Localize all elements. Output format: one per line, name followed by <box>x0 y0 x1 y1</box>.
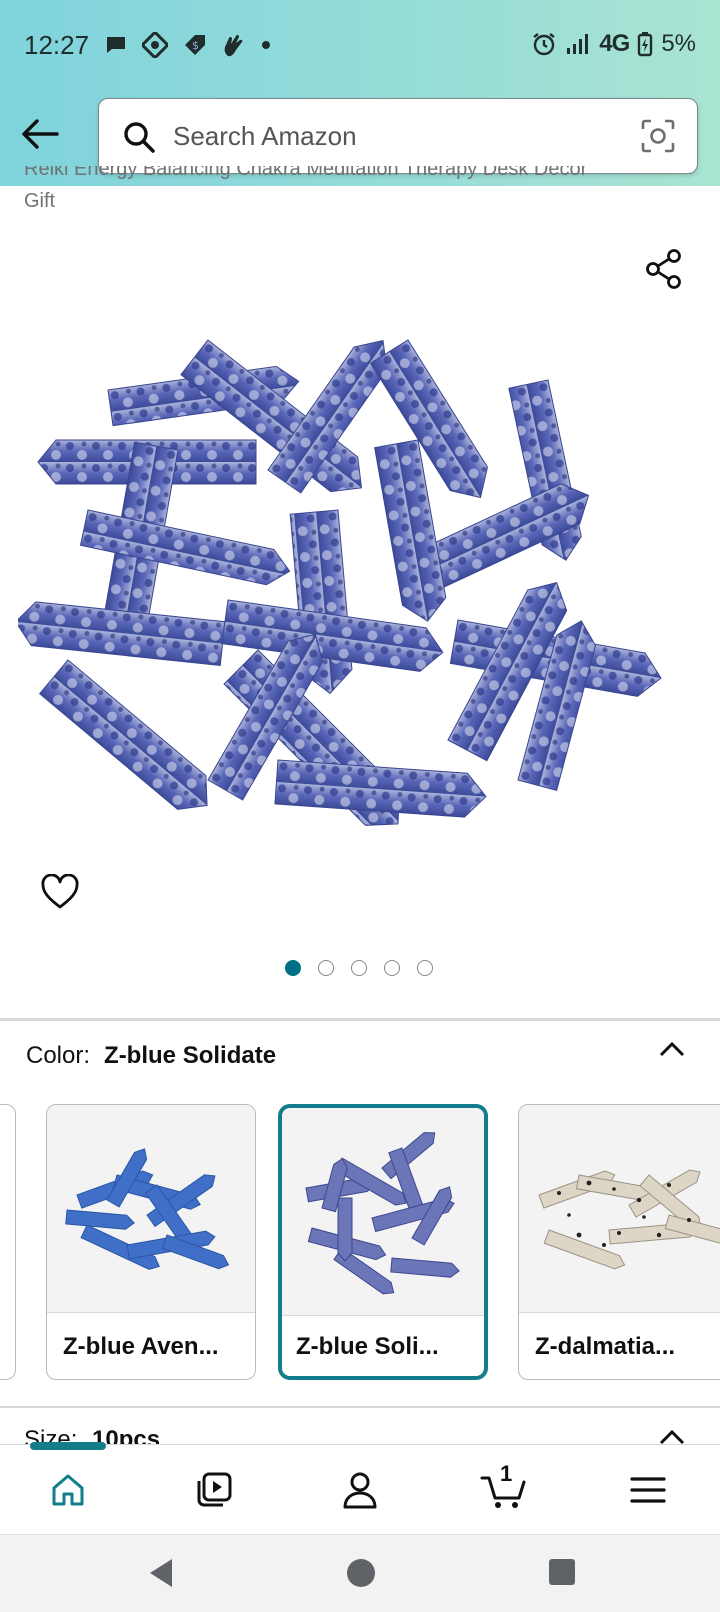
nav-account[interactable] <box>330 1465 390 1515</box>
color-option-dalmatian[interactable]: Z-dalmatia... <box>518 1104 720 1380</box>
app-diamond-icon <box>142 32 168 58</box>
system-recents-icon[interactable] <box>548 1557 576 1587</box>
bottom-navigation: 1 <box>0 1442 720 1534</box>
camera-search-icon[interactable] <box>639 117 677 155</box>
more-dot-icon <box>262 41 270 49</box>
share-icon <box>646 249 681 289</box>
share-button[interactable] <box>644 248 684 295</box>
color-selector-header[interactable]: Color: Z-blue Solidate <box>26 1042 276 1070</box>
signal-icon <box>567 34 589 54</box>
carousel-dots[interactable] <box>285 960 433 976</box>
carousel-dot[interactable] <box>318 960 334 976</box>
arrow-left-icon <box>22 119 59 149</box>
search-icon <box>124 122 155 153</box>
battery-percent: 5% <box>661 30 696 57</box>
system-navigation-bar <box>0 1534 720 1612</box>
notification-icons: $ <box>104 32 272 58</box>
system-home-icon[interactable] <box>345 1557 377 1589</box>
section-divider <box>0 1018 720 1021</box>
nav-cart[interactable]: 1 <box>474 1461 534 1515</box>
blue-aventurine-image <box>65 1148 230 1270</box>
product-image[interactable] <box>18 320 698 860</box>
status-time: 12:27 <box>24 30 90 60</box>
dalmatian-image <box>538 1169 720 1270</box>
swatch-label: Z-dalmatia... <box>535 1333 676 1360</box>
hamburger-menu-icon <box>630 1477 666 1503</box>
search-input[interactable]: Search Amazon <box>173 121 357 152</box>
color-option-blue-aventurine[interactable]: Z-blue Aven... <box>46 1104 256 1380</box>
swatch-thumbnail <box>282 1108 484 1316</box>
hand-wave-icon <box>224 34 243 57</box>
section-divider <box>0 1406 720 1408</box>
carousel-dot[interactable] <box>417 960 433 976</box>
swatch-label: Z-blue Aven... <box>63 1333 219 1360</box>
active-tab-indicator <box>30 1442 106 1450</box>
svg-text:$: $ <box>192 39 199 52</box>
carousel-dot[interactable] <box>285 960 301 976</box>
battery-icon <box>638 32 653 57</box>
swatch-label: Z-blue Soli... <box>296 1333 439 1360</box>
screen: 12:27 $ 4G 5% Search Amazon Reiki Energy… <box>0 0 720 1612</box>
product-title-last-line: Gift <box>24 190 56 212</box>
wishlist-button[interactable] <box>40 873 80 915</box>
heart-icon <box>41 873 79 909</box>
product-title: Reiki Energy Balancing Chakra Meditation… <box>24 166 684 217</box>
video-library-icon <box>197 1472 232 1507</box>
color-label: Color: <box>26 1042 91 1069</box>
cart-count-badge: 1 <box>500 1461 513 1486</box>
swatch-thumbnail <box>519 1105 720 1313</box>
status-right: 4G 5% <box>531 30 696 58</box>
tag-dollar-icon: $ <box>185 35 205 55</box>
swatch-thumbnail <box>47 1105 255 1313</box>
carousel-dot[interactable] <box>384 960 400 976</box>
color-option-previous[interactable] <box>0 1104 16 1380</box>
carousel-dot[interactable] <box>351 960 367 976</box>
person-icon <box>343 1472 377 1509</box>
nav-menu[interactable] <box>618 1465 678 1515</box>
alarm-icon <box>533 33 556 56</box>
status-bar: 12:27 $ 4G 5% <box>0 0 720 90</box>
search-bar[interactable]: Search Amazon <box>98 98 698 174</box>
blue-solidate-image <box>305 1132 460 1295</box>
nav-video[interactable] <box>184 1465 244 1515</box>
chat-icon <box>107 37 125 53</box>
back-button[interactable] <box>18 112 62 156</box>
chevron-up-icon[interactable] <box>658 1040 686 1058</box>
network-type: 4G <box>599 30 630 57</box>
product-title-line: Reiki Energy Balancing Chakra Meditation… <box>24 166 588 180</box>
color-option-blue-solidate[interactable]: Z-blue Soli... <box>278 1104 488 1380</box>
nav-home[interactable] <box>38 1465 98 1515</box>
home-icon <box>52 1474 84 1506</box>
system-back-icon[interactable] <box>146 1557 176 1589</box>
color-selected-value: Z-blue Solidate <box>104 1042 277 1069</box>
